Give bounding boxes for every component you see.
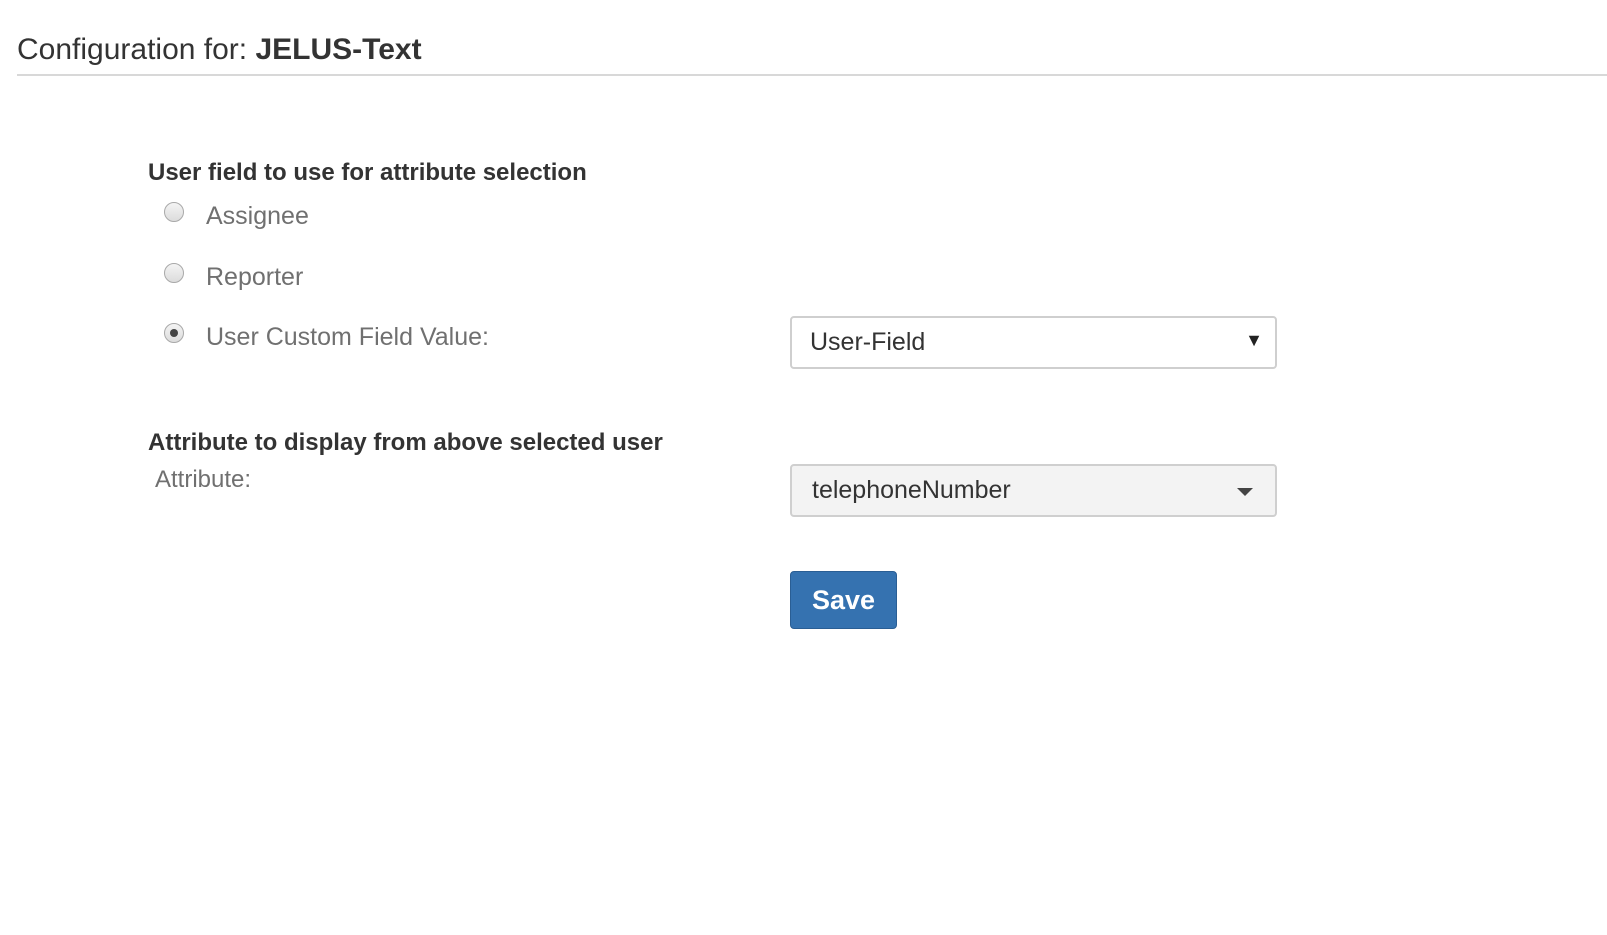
radio-selected-dot: [170, 329, 178, 337]
reporter-radio[interactable]: [164, 263, 184, 283]
radio-option-user-custom-field[interactable]: User Custom Field Value:: [164, 322, 489, 352]
assignee-radio[interactable]: [164, 202, 184, 222]
config-name: JELUS-Text: [255, 33, 422, 66]
user-field-heading: User field to use for attribute selectio…: [148, 159, 587, 186]
attribute-label: Attribute:: [155, 466, 252, 493]
attribute-heading: Attribute to display from above selected…: [148, 429, 663, 456]
page-header: Configuration for: JELUS-Text: [17, 30, 1607, 76]
save-button[interactable]: Save: [790, 571, 897, 629]
user-custom-field-select[interactable]: User-Field ▼: [790, 316, 1277, 369]
caret-down-icon: [1237, 488, 1253, 496]
user-custom-field-select-value: User-Field: [810, 328, 926, 356]
attribute-select[interactable]: telephoneNumber: [790, 464, 1277, 517]
attribute-select-value: telephoneNumber: [812, 476, 1011, 504]
user-custom-field-label[interactable]: User Custom Field Value:: [206, 322, 489, 352]
dropdown-arrow-icon: ▼: [1245, 330, 1263, 350]
user-custom-field-radio[interactable]: [164, 323, 184, 343]
radio-option-assignee[interactable]: Assignee: [164, 201, 309, 231]
radio-option-reporter[interactable]: Reporter: [164, 262, 303, 292]
page-title: Configuration for: JELUS-Text: [17, 30, 1607, 70]
reporter-label[interactable]: Reporter: [206, 262, 303, 292]
assignee-label[interactable]: Assignee: [206, 201, 309, 231]
page-title-prefix: Configuration for:: [17, 33, 256, 66]
